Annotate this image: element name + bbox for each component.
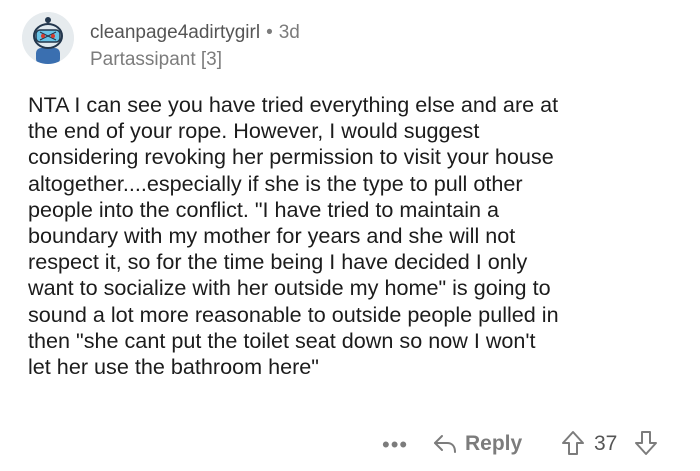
comment-body-line: sound a lot more reasonable to outside p…: [28, 301, 559, 327]
author-username[interactable]: cleanpage4adirtygirl: [90, 22, 260, 43]
comment-body-line: then "she cant put the toilet seat down …: [28, 327, 536, 353]
more-options-button[interactable]: •••: [382, 432, 408, 458]
comment-body-line: let her use the bathroom here": [28, 354, 319, 380]
snoo-avatar-icon: [22, 12, 74, 64]
user-flair: Partassipant [3]: [90, 49, 223, 70]
vote-score: 37: [594, 432, 618, 455]
comment-age[interactable]: 3d: [279, 22, 300, 43]
comment-actions: ••• Reply 37: [0, 428, 700, 460]
comment-body-line: boundary with my mother for years and sh…: [28, 223, 516, 249]
meta-separator: •: [266, 22, 273, 43]
comment-body-line: people into the conflict. "I have tried …: [28, 196, 500, 222]
comment-body-line: the end of your rope. However, I would s…: [28, 118, 480, 144]
reply-label: Reply: [465, 432, 523, 455]
upvote-arrow-icon[interactable]: [561, 430, 585, 462]
comment-body-line: respect it, so for the time being I have…: [28, 249, 528, 275]
avatar[interactable]: [22, 12, 74, 64]
comment-body-line: want to socialize with her outside my ho…: [28, 275, 551, 301]
comment-header: cleanpage4adirtygirl • 3d: [90, 22, 300, 44]
comment: cleanpage4adirtygirl • 3d Partassipant [3]…: [0, 0, 700, 471]
downvote-arrow-icon[interactable]: [634, 430, 658, 462]
reply-button[interactable]: Reply: [433, 430, 522, 458]
comment-body-line: considering revoking her permission to v…: [28, 144, 554, 170]
comment-body-line: altogether....especially if she is the t…: [28, 170, 523, 196]
comment-body-line: NTA I can see you have tried everything …: [28, 92, 559, 117]
reply-arrow-icon: [433, 433, 457, 455]
comment-body: NTA I can see you have tried everything …: [28, 92, 688, 380]
